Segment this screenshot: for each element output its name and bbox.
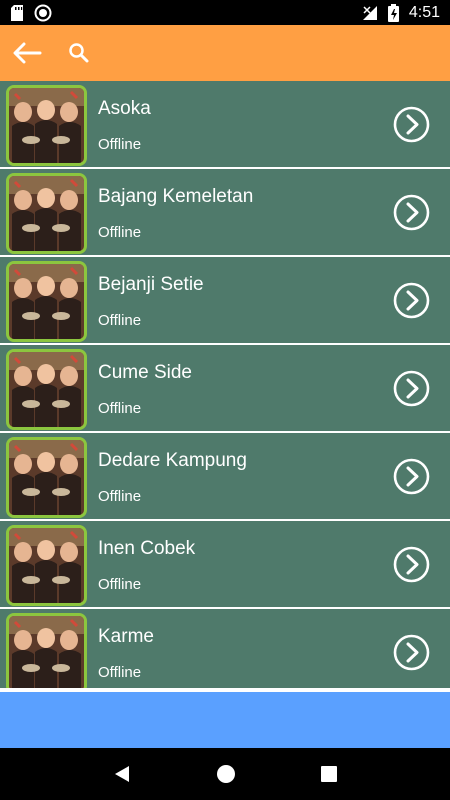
clock: 4:51: [408, 3, 440, 21]
status-bar: 4:51: [0, 0, 450, 25]
signal-off-icon: [362, 5, 377, 20]
recents-nav-icon[interactable]: [321, 766, 338, 782]
chevron-right-icon[interactable]: [393, 546, 430, 583]
list-item[interactable]: Cume Side Offline: [0, 345, 450, 431]
song-thumbnail: [6, 613, 87, 688]
back-arrow-icon[interactable]: [12, 42, 42, 64]
song-thumbnail: [6, 261, 87, 342]
list-item[interactable]: Bejanji Setie Offline: [0, 257, 450, 343]
record-icon: [34, 4, 52, 21]
song-status: Offline: [98, 576, 142, 593]
search-icon[interactable]: [68, 42, 90, 64]
song-title: Inen Cobek: [98, 538, 196, 559]
chevron-right-icon[interactable]: [393, 194, 430, 231]
sd-card-icon: [11, 4, 23, 21]
app-bar: [0, 25, 450, 81]
song-title: Asoka: [98, 98, 151, 119]
chevron-right-icon[interactable]: [393, 106, 430, 143]
list-item[interactable]: Bajang Kemeletan Offline: [0, 169, 450, 255]
chevron-right-icon[interactable]: [393, 370, 430, 407]
song-status: Offline: [98, 136, 142, 153]
chevron-right-icon[interactable]: [393, 282, 430, 319]
song-thumbnail: [6, 437, 87, 518]
battery-icon: [387, 3, 399, 22]
song-thumbnail: [6, 173, 87, 254]
song-thumbnail: [6, 525, 87, 606]
song-status: Offline: [98, 312, 142, 329]
song-title: Karme: [98, 626, 154, 647]
navigation-bar: [0, 748, 450, 800]
song-title: Bajang Kemeletan: [98, 186, 254, 207]
list-item[interactable]: Karme Offline: [0, 609, 450, 688]
song-status: Offline: [98, 400, 142, 417]
chevron-right-icon[interactable]: [393, 458, 430, 495]
song-status: Offline: [98, 224, 142, 241]
song-status: Offline: [98, 488, 142, 505]
list-item[interactable]: Inen Cobek Offline: [0, 521, 450, 607]
song-list: Asoka Offline Bajang Kemeletan Offline B…: [0, 81, 450, 688]
song-title: Cume Side: [98, 362, 192, 383]
song-title: Dedare Kampung: [98, 450, 247, 471]
chevron-right-icon[interactable]: [393, 634, 430, 671]
back-nav-icon[interactable]: [113, 765, 131, 783]
song-thumbnail: [6, 349, 87, 430]
ad-banner[interactable]: [0, 692, 450, 748]
list-item[interactable]: Asoka Offline: [0, 81, 450, 167]
list-item[interactable]: Dedare Kampung Offline: [0, 433, 450, 519]
song-status: Offline: [98, 664, 142, 681]
song-thumbnail: [6, 85, 87, 166]
home-nav-icon[interactable]: [216, 764, 236, 784]
song-title: Bejanji Setie: [98, 274, 204, 295]
